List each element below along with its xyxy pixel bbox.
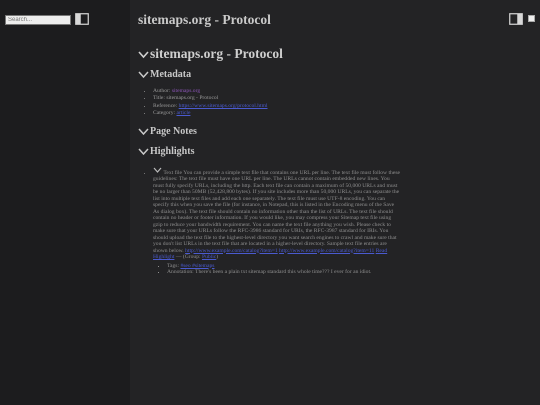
group-link[interactable]: Public [202,254,216,260]
section-title-highlights: Highlights [150,146,195,158]
search-input[interactable] [5,15,71,25]
highlight-text: Text file You can provide a simple text … [153,169,400,254]
highlight-item: Text file You can provide a simple text … [153,167,413,276]
chevron-down-icon[interactable] [153,167,162,173]
chevron-down-icon[interactable] [138,49,149,60]
chevron-down-icon[interactable] [138,70,149,79]
section-title-page-notes: Page Notes [150,126,197,138]
highlights-list: Text file You can provide a simple text … [138,167,413,276]
tags-link[interactable]: #seo #sitemaps [180,263,214,269]
highlight-sample-link-1[interactable]: http://www.example.com/catalog?item=1 [185,248,278,254]
sidebar-toggle-icon[interactable] [75,13,89,25]
section-metadata-header[interactable]: Metadata [138,67,413,81]
highlight-details: Tags: #seo #sitemaps Annotation: There's… [153,263,401,276]
metadata-reference: Reference: https://www.sitemaps.org/prot… [153,103,413,110]
main-content: sitemaps.org - Protocol Metadata Author:… [138,40,413,276]
highlight-annotation: Annotation: There's been a plain txt sit… [167,269,401,276]
header-title: sitemaps.org - Protocol [138,12,271,27]
chevron-down-icon[interactable] [138,147,149,156]
metadata-title: Title: sitemaps.org - Protocol [153,95,413,102]
metadata-category: Category: article [153,110,413,117]
section-title-metadata: Metadata [150,68,192,80]
reference-link[interactable]: https://www.sitemaps.org/protocol.html [179,103,268,109]
metadata-author: Author: sitemaps.org [153,88,413,95]
section-highlights-header[interactable]: Highlights [138,145,413,159]
category-link[interactable]: article [176,110,190,116]
annotation-text: There's been a plain txt sitemap standar… [195,269,372,276]
metadata-title-value: sitemaps.org - Protocol [166,95,219,102]
author-link[interactable]: sitemaps.org [172,88,200,94]
close-button[interactable] [528,15,535,22]
app-window: sitemaps.org - Protocol sitemaps.org - P… [0,0,540,405]
page-title: sitemaps.org - Protocol [150,46,283,61]
metadata-list: Author: sitemaps.org Title: sitemaps.org… [138,88,413,118]
section-page-notes-header[interactable]: Page Notes [138,125,413,139]
highlight-sample-link-2[interactable]: http://www.example.com/catalog?item=11 [279,248,374,254]
sidebar [0,0,130,405]
chevron-down-icon[interactable] [138,127,149,136]
panel-toggle-icon[interactable] [509,13,523,25]
page-title-row[interactable]: sitemaps.org - Protocol [138,45,413,63]
